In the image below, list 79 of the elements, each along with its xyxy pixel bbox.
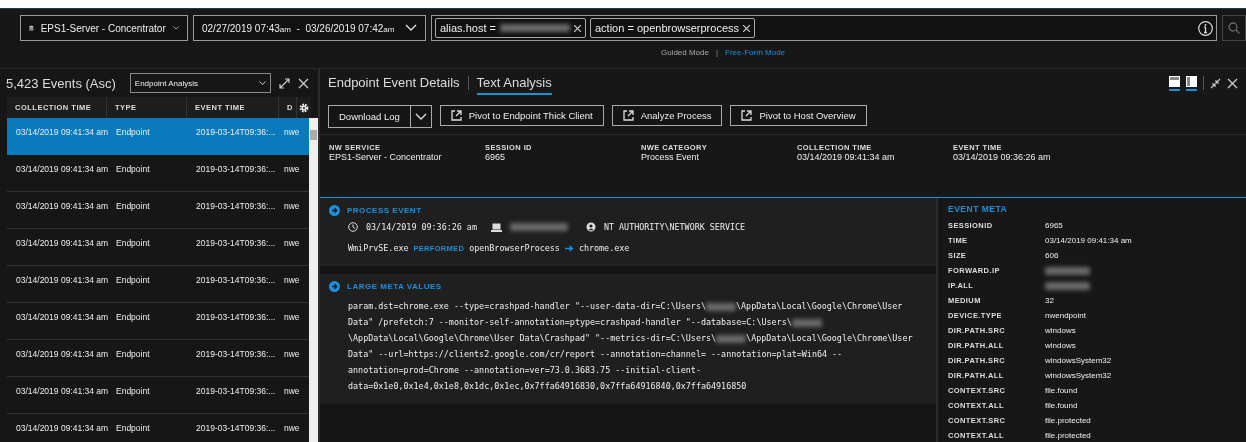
layout-side-icon: [1186, 76, 1197, 87]
close-icon[interactable]: [297, 77, 309, 89]
close-icon[interactable]: [1227, 77, 1238, 89]
search-button[interactable]: [1222, 15, 1246, 41]
remove-pill-button[interactable]: [743, 24, 751, 32]
source-process: WmiPrvSE.exe: [348, 243, 409, 253]
time-range: 02/27/2019 07:43am - 03/26/2019 07:42am: [202, 22, 395, 34]
settings-icon: [299, 102, 309, 113]
chevron-down-icon: [405, 24, 417, 32]
meta-value: 03/14/2019 09:41:34 am: [1045, 236, 1133, 245]
meta-value: 606: [1045, 251, 1060, 260]
pivot-button[interactable]: Pivot to Endpoint Thick Client: [439, 105, 604, 126]
laptop-icon: [490, 222, 502, 232]
meta-value: file.found: [1045, 401, 1079, 410]
layout-toggle[interactable]: [1169, 75, 1180, 91]
meta-value-text: param.dst=chrome.exe --type=crashpad-handler "--user-data-dir=C:\Users\ \AppData\Local\Google\Chrome\User Data" /prefetch:7 --monitor-self-annotation=ptype=crashpad-handler "--database=C:\Users\ \AppData\Local\Google\Chrome\User Data\Crashpad" "--metrics-dir=C:\Users\ \AppData\Local\Google\Chrome\User Data" --url=https://clients2.google.com/cr/report --annotation=channel= --annotation=plat=Win64 --annotation=prod=Chrome --annotation=ver=73.0.3683.75 --initial-client-data=0x1e0,0x1e4,0x1e8,0x1dc,0x1ec,0x7ffa64916830,0x7ffa64916840,0x7ffa64916850: [347, 300, 914, 393]
pill-text: alias.host =: [440, 22, 496, 34]
chevron-down-icon: [414, 112, 427, 121]
pivot-button[interactable]: Analyze Process: [611, 105, 723, 126]
meta-value: windowsSystem32: [1045, 371, 1113, 380]
pill-text: action = openbrowserprocess: [595, 22, 740, 34]
external-link-icon: [450, 110, 462, 121]
layout-top-icon: [1169, 76, 1180, 87]
chevron-down-icon: [172, 24, 179, 32]
pivot-button[interactable]: Pivot to Host Overview: [730, 105, 867, 126]
field-value: 6965: [485, 152, 507, 162]
meta-value: nwendpoint: [1045, 311, 1087, 320]
redacted-host: [509, 223, 568, 231]
meta-value: windows: [1045, 341, 1077, 350]
scrollbar[interactable]: [309, 118, 318, 442]
meta-value: 6965: [1045, 221, 1064, 230]
meta-value: file.protected: [1045, 431, 1092, 440]
field-value: 03/14/2019 09:36:26 am: [953, 152, 1052, 162]
query-pill[interactable]: action = openbrowserprocess: [590, 18, 756, 38]
meta-value: windowsSystem32: [1045, 356, 1113, 365]
section-title: PROCESS EVENT: [347, 206, 422, 215]
meta-value: file.protected: [1045, 416, 1092, 425]
expand-icon[interactable]: [278, 77, 290, 89]
collapse-icon[interactable]: [1210, 77, 1221, 89]
time-range-select[interactable]: 02/27/2019 07:43am - 03/26/2019 07:42am: [193, 15, 426, 41]
events-count: 5,423 Events (Asc): [6, 75, 116, 91]
mode-link[interactable]: Guided Mode: [660, 48, 709, 60]
event-time: 03/14/2019 09:36:26 am: [366, 222, 477, 232]
meta-value: windows: [1045, 326, 1077, 335]
view-select[interactable]: Endpoint Analysis: [129, 73, 271, 93]
service-select[interactable]: EPS1-Server - Concentrator: [20, 15, 188, 41]
section-title: LARGE META VALUES: [347, 282, 442, 291]
event-user: NT AUTHORITY\NETWORK SERVICE: [603, 222, 746, 232]
query-pill[interactable]: alias.host =: [435, 18, 586, 38]
meta-value: 32: [1045, 296, 1055, 305]
close-icon: [574, 24, 581, 32]
field-value: EPS1-Server - Concentrator: [329, 152, 443, 162]
mode-link[interactable]: Free-Form Mode: [725, 48, 786, 60]
mode-separator: |: [715, 48, 719, 59]
external-link-icon: [741, 110, 753, 121]
chevron-down-icon: [258, 80, 266, 86]
remove-pill-button[interactable]: [574, 24, 581, 32]
arrow-circle-icon: [329, 205, 340, 216]
settings-button[interactable]: [297, 97, 311, 118]
external-link-icon: [622, 110, 634, 121]
arrow-right-icon: [564, 244, 574, 252]
field-value: Process Event: [641, 152, 701, 162]
info-icon[interactable]: [1198, 20, 1213, 36]
service-name: EPS1-Server - Concentrator: [40, 22, 166, 34]
close-icon: [743, 24, 751, 32]
target-process: chrome.exe: [578, 243, 630, 253]
user-icon: [585, 222, 596, 232]
meta-value: file.found: [1045, 386, 1079, 395]
clock-icon: [348, 222, 358, 232]
action-name: openBrowserProcess: [469, 243, 560, 253]
arrow-circle-icon: [329, 281, 340, 292]
panel-tab[interactable]: Endpoint Event Details: [328, 71, 460, 95]
query-field[interactable]: alias.host = action = openbrowserprocess: [431, 15, 1217, 41]
event-row[interactable]: 03/14/2019 09:41:34 am Endpoint 2019-03-14T09:36:... nwe: [7, 118, 309, 155]
search-icon: [1228, 22, 1240, 34]
panel-tab[interactable]: Text Analysis: [476, 71, 552, 95]
field-value: 03/14/2019 09:41:34 am: [797, 152, 896, 162]
layout-toggle[interactable]: [1186, 75, 1197, 91]
section-title: EVENT META: [948, 204, 1009, 214]
